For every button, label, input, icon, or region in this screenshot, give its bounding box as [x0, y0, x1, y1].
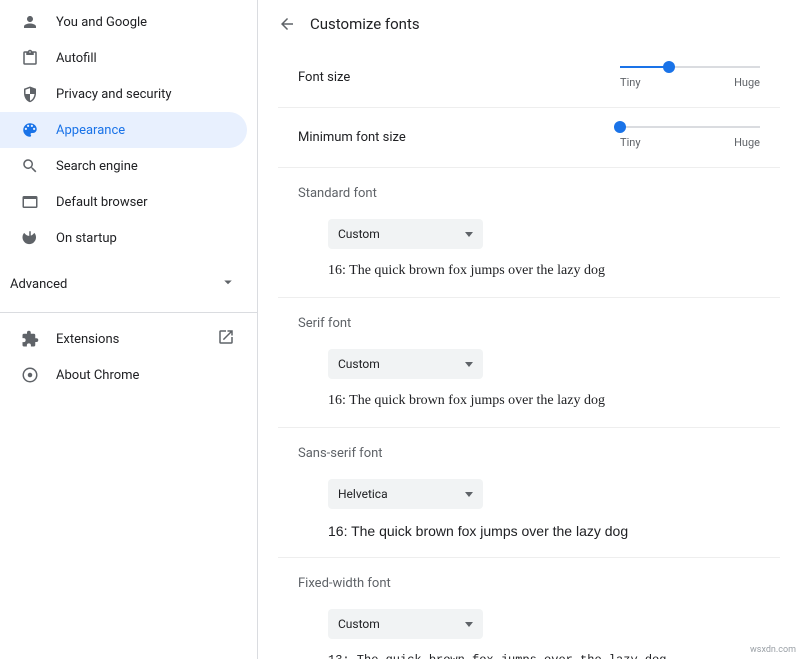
sidebar-item-label: Privacy and security [56, 87, 235, 102]
serif-font-dropdown[interactable]: Custom [328, 349, 483, 379]
dropdown-arrow-icon [465, 362, 473, 367]
sidebar-item-privacy[interactable]: Privacy and security [0, 76, 247, 112]
sidebar-item-appearance[interactable]: Appearance [0, 112, 247, 148]
sidebar-advanced-label: Advanced [10, 277, 67, 292]
browser-icon [20, 192, 40, 212]
sans-serif-font-section: Sans-serif font Helvetica 16: The quick … [278, 428, 780, 558]
section-title: Serif font [298, 316, 760, 331]
font-size-slider[interactable]: Tiny Huge [620, 66, 760, 89]
standard-font-preview: 16: The quick brown fox jumps over the l… [328, 263, 760, 279]
sidebar-item-label: About Chrome [56, 368, 235, 383]
slider-max-label: Huge [734, 136, 760, 149]
slider-min-label: Tiny [620, 76, 641, 89]
extension-icon [20, 329, 40, 349]
sidebar-item-extensions[interactable]: Extensions [0, 321, 247, 357]
search-icon [20, 156, 40, 176]
serif-font-preview: 16: The quick brown fox jumps over the l… [328, 393, 760, 409]
sidebar-item-label: Default browser [56, 195, 235, 210]
dropdown-arrow-icon [465, 622, 473, 627]
slider-max-label: Huge [734, 76, 760, 89]
chrome-icon [20, 365, 40, 385]
sidebar-item-default-browser[interactable]: Default browser [0, 184, 247, 220]
palette-icon [20, 120, 40, 140]
section-title: Sans-serif font [298, 446, 760, 461]
shield-icon [20, 84, 40, 104]
sans-serif-font-preview: 16: The quick brown fox jumps over the l… [328, 523, 760, 539]
sidebar-item-label: Appearance [56, 123, 235, 138]
serif-font-section: Serif font Custom 16: The quick brown fo… [278, 298, 780, 428]
sidebar-item-about-chrome[interactable]: About Chrome [0, 357, 247, 393]
page-title: Customize fonts [310, 15, 420, 33]
min-font-size-slider[interactable]: Tiny Huge [620, 126, 760, 149]
back-button[interactable] [278, 15, 296, 33]
chevron-down-icon [219, 273, 237, 295]
standard-font-section: Standard font Custom 16: The quick brown… [278, 168, 780, 298]
sidebar-item-label: Search engine [56, 159, 235, 174]
sidebar-item-on-startup[interactable]: On startup [0, 220, 247, 256]
section-title: Standard font [298, 186, 760, 201]
dropdown-arrow-icon [465, 232, 473, 237]
sidebar: You and Google Autofill Privacy and secu… [0, 0, 258, 659]
dropdown-value: Custom [338, 227, 380, 241]
min-font-size-row: Minimum font size Tiny Huge [278, 108, 780, 168]
sidebar-item-label: Extensions [56, 332, 201, 347]
sidebar-item-label: On startup [56, 231, 235, 246]
font-size-label: Font size [298, 70, 620, 85]
sidebar-item-label: Autofill [56, 51, 235, 66]
person-icon [20, 12, 40, 32]
fixed-width-font-preview: 13: The quick brown fox jumps over the l… [328, 653, 760, 659]
sidebar-item-you-and-google[interactable]: You and Google [0, 4, 247, 40]
dropdown-value: Helvetica [338, 487, 388, 501]
fixed-width-font-dropdown[interactable]: Custom [328, 609, 483, 639]
min-font-size-label: Minimum font size [298, 130, 620, 145]
clipboard-icon [20, 48, 40, 68]
sidebar-advanced-toggle[interactable]: Advanced [0, 264, 257, 304]
dropdown-arrow-icon [465, 492, 473, 497]
sidebar-item-label: You and Google [56, 15, 235, 30]
slider-min-label: Tiny [620, 136, 641, 149]
page-header: Customize fonts [278, 0, 780, 48]
sans-serif-font-dropdown[interactable]: Helvetica [328, 479, 483, 509]
dropdown-value: Custom [338, 357, 380, 371]
sidebar-divider [0, 312, 257, 313]
fixed-width-font-section: Fixed-width font Custom 13: The quick br… [278, 558, 780, 659]
main-content: Customize fonts Font size Tiny Huge Minim… [258, 0, 800, 659]
font-size-row: Font size Tiny Huge [278, 48, 780, 108]
dropdown-value: Custom [338, 617, 380, 631]
external-link-icon [217, 328, 235, 350]
section-title: Fixed-width font [298, 576, 760, 591]
standard-font-dropdown[interactable]: Custom [328, 219, 483, 249]
watermark: wsxdn.com [750, 645, 796, 655]
sidebar-item-search-engine[interactable]: Search engine [0, 148, 247, 184]
power-icon [20, 228, 40, 248]
sidebar-item-autofill[interactable]: Autofill [0, 40, 247, 76]
